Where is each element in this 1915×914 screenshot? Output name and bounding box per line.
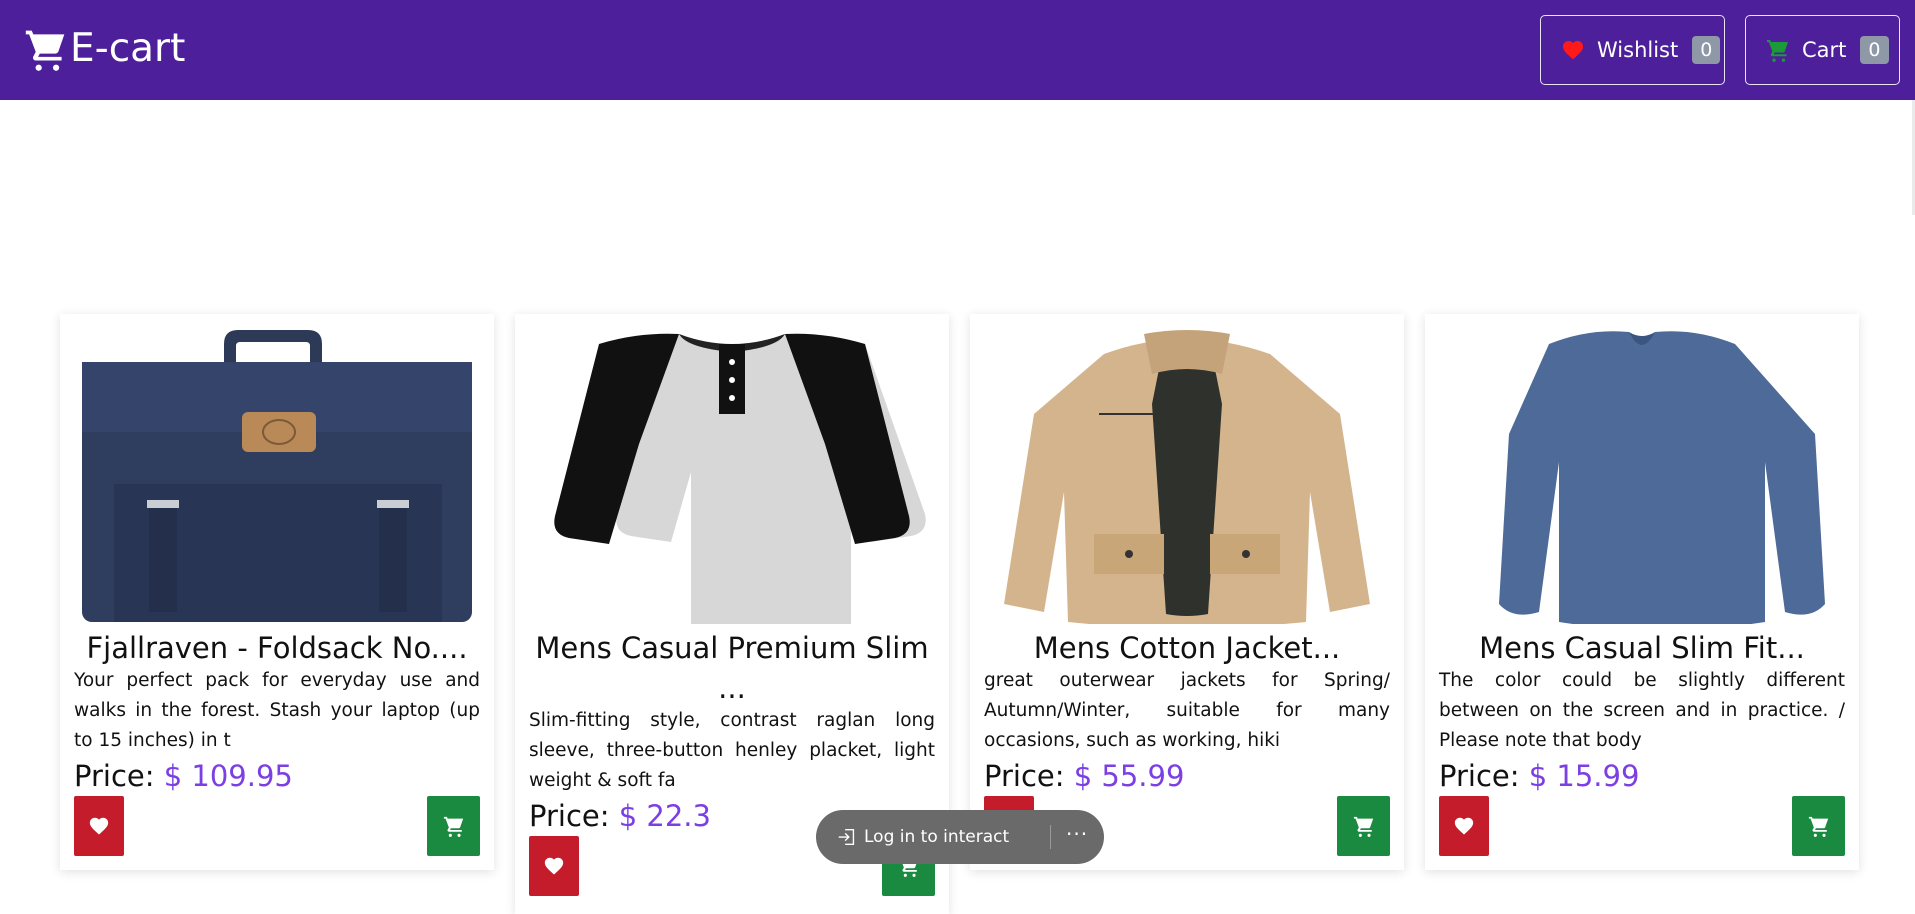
- product-price: Price: $ 15.99: [1439, 758, 1639, 794]
- product-image-backpack[interactable]: [74, 324, 480, 624]
- cart-icon: [1808, 816, 1828, 837]
- divider: [1050, 825, 1051, 849]
- cart-icon: [1353, 816, 1373, 837]
- product-image-tshirt[interactable]: [1439, 324, 1845, 624]
- product-card: Mens Cotton Jacket... great outerwear ja…: [970, 314, 1404, 870]
- login-icon: [836, 826, 858, 848]
- product-image-henley-shirt[interactable]: [529, 324, 935, 624]
- price-value: $ 55.99: [1073, 759, 1185, 793]
- product-description: Your perfect pack for everyday use and w…: [74, 670, 480, 751]
- price-label: Price:: [1439, 759, 1520, 793]
- add-to-wishlist-button[interactable]: [529, 836, 579, 896]
- more-options-icon[interactable]: ···: [1066, 822, 1088, 846]
- add-to-cart-button[interactable]: [427, 796, 480, 856]
- price-value: $ 22.3: [618, 799, 711, 833]
- product-card: Mens Casual Slim Fit... The color could …: [1425, 314, 1859, 870]
- navbar: E-cart Wishlist 0 Cart 0: [0, 0, 1915, 100]
- product-price: Price: $ 109.95: [74, 758, 293, 794]
- heart-icon: [544, 857, 564, 875]
- add-to-cart-button[interactable]: [1792, 796, 1845, 856]
- product-description: great outerwear jackets for Spring/ Autu…: [984, 670, 1390, 751]
- product-description: Slim-fitting style, contrast raglan long…: [529, 710, 935, 791]
- price-value: $ 109.95: [163, 759, 293, 793]
- add-to-cart-button[interactable]: [1337, 796, 1390, 856]
- cart-label: Cart: [1802, 38, 1847, 62]
- price-value: $ 15.99: [1528, 759, 1640, 793]
- product-title[interactable]: Fjallraven - Foldsack No....: [70, 628, 484, 668]
- product-price: Price: $ 55.99: [984, 758, 1184, 794]
- price-label: Price:: [984, 759, 1065, 793]
- wishlist-label: Wishlist: [1597, 38, 1679, 62]
- login-text: Log in to interact: [864, 827, 1010, 847]
- product-title[interactable]: Mens Cotton Jacket...: [980, 628, 1394, 668]
- product-title[interactable]: Mens Casual Slim Fit...: [1435, 628, 1849, 668]
- product-price: Price: $ 22.3: [529, 798, 711, 834]
- heart-icon: [1561, 38, 1585, 62]
- brand-logo[interactable]: E-cart: [24, 26, 185, 72]
- price-label: Price:: [529, 799, 610, 833]
- add-to-wishlist-button[interactable]: [74, 796, 124, 856]
- cart-icon: [443, 816, 463, 837]
- heart-icon: [89, 817, 109, 835]
- brand-name: E-cart: [70, 26, 186, 71]
- cart-button[interactable]: Cart 0: [1745, 15, 1900, 85]
- cart-logo-icon: [25, 30, 65, 71]
- product-title[interactable]: Mens Casual Premium Slim ...: [525, 628, 939, 708]
- product-description: The color could be slightly different be…: [1439, 670, 1845, 751]
- heart-icon: [1454, 817, 1474, 835]
- product-card: Fjallraven - Foldsack No.... Your perfec…: [60, 314, 494, 870]
- wishlist-button[interactable]: Wishlist 0: [1540, 15, 1725, 85]
- cart-icon: [1766, 38, 1790, 62]
- login-to-interact-button[interactable]: Log in to interact ···: [816, 810, 1104, 864]
- price-label: Price:: [74, 759, 155, 793]
- cart-count-badge: 0: [1860, 36, 1889, 64]
- add-to-wishlist-button[interactable]: [1439, 796, 1489, 856]
- wishlist-count-badge: 0: [1692, 36, 1721, 64]
- product-image-jacket[interactable]: [984, 324, 1390, 624]
